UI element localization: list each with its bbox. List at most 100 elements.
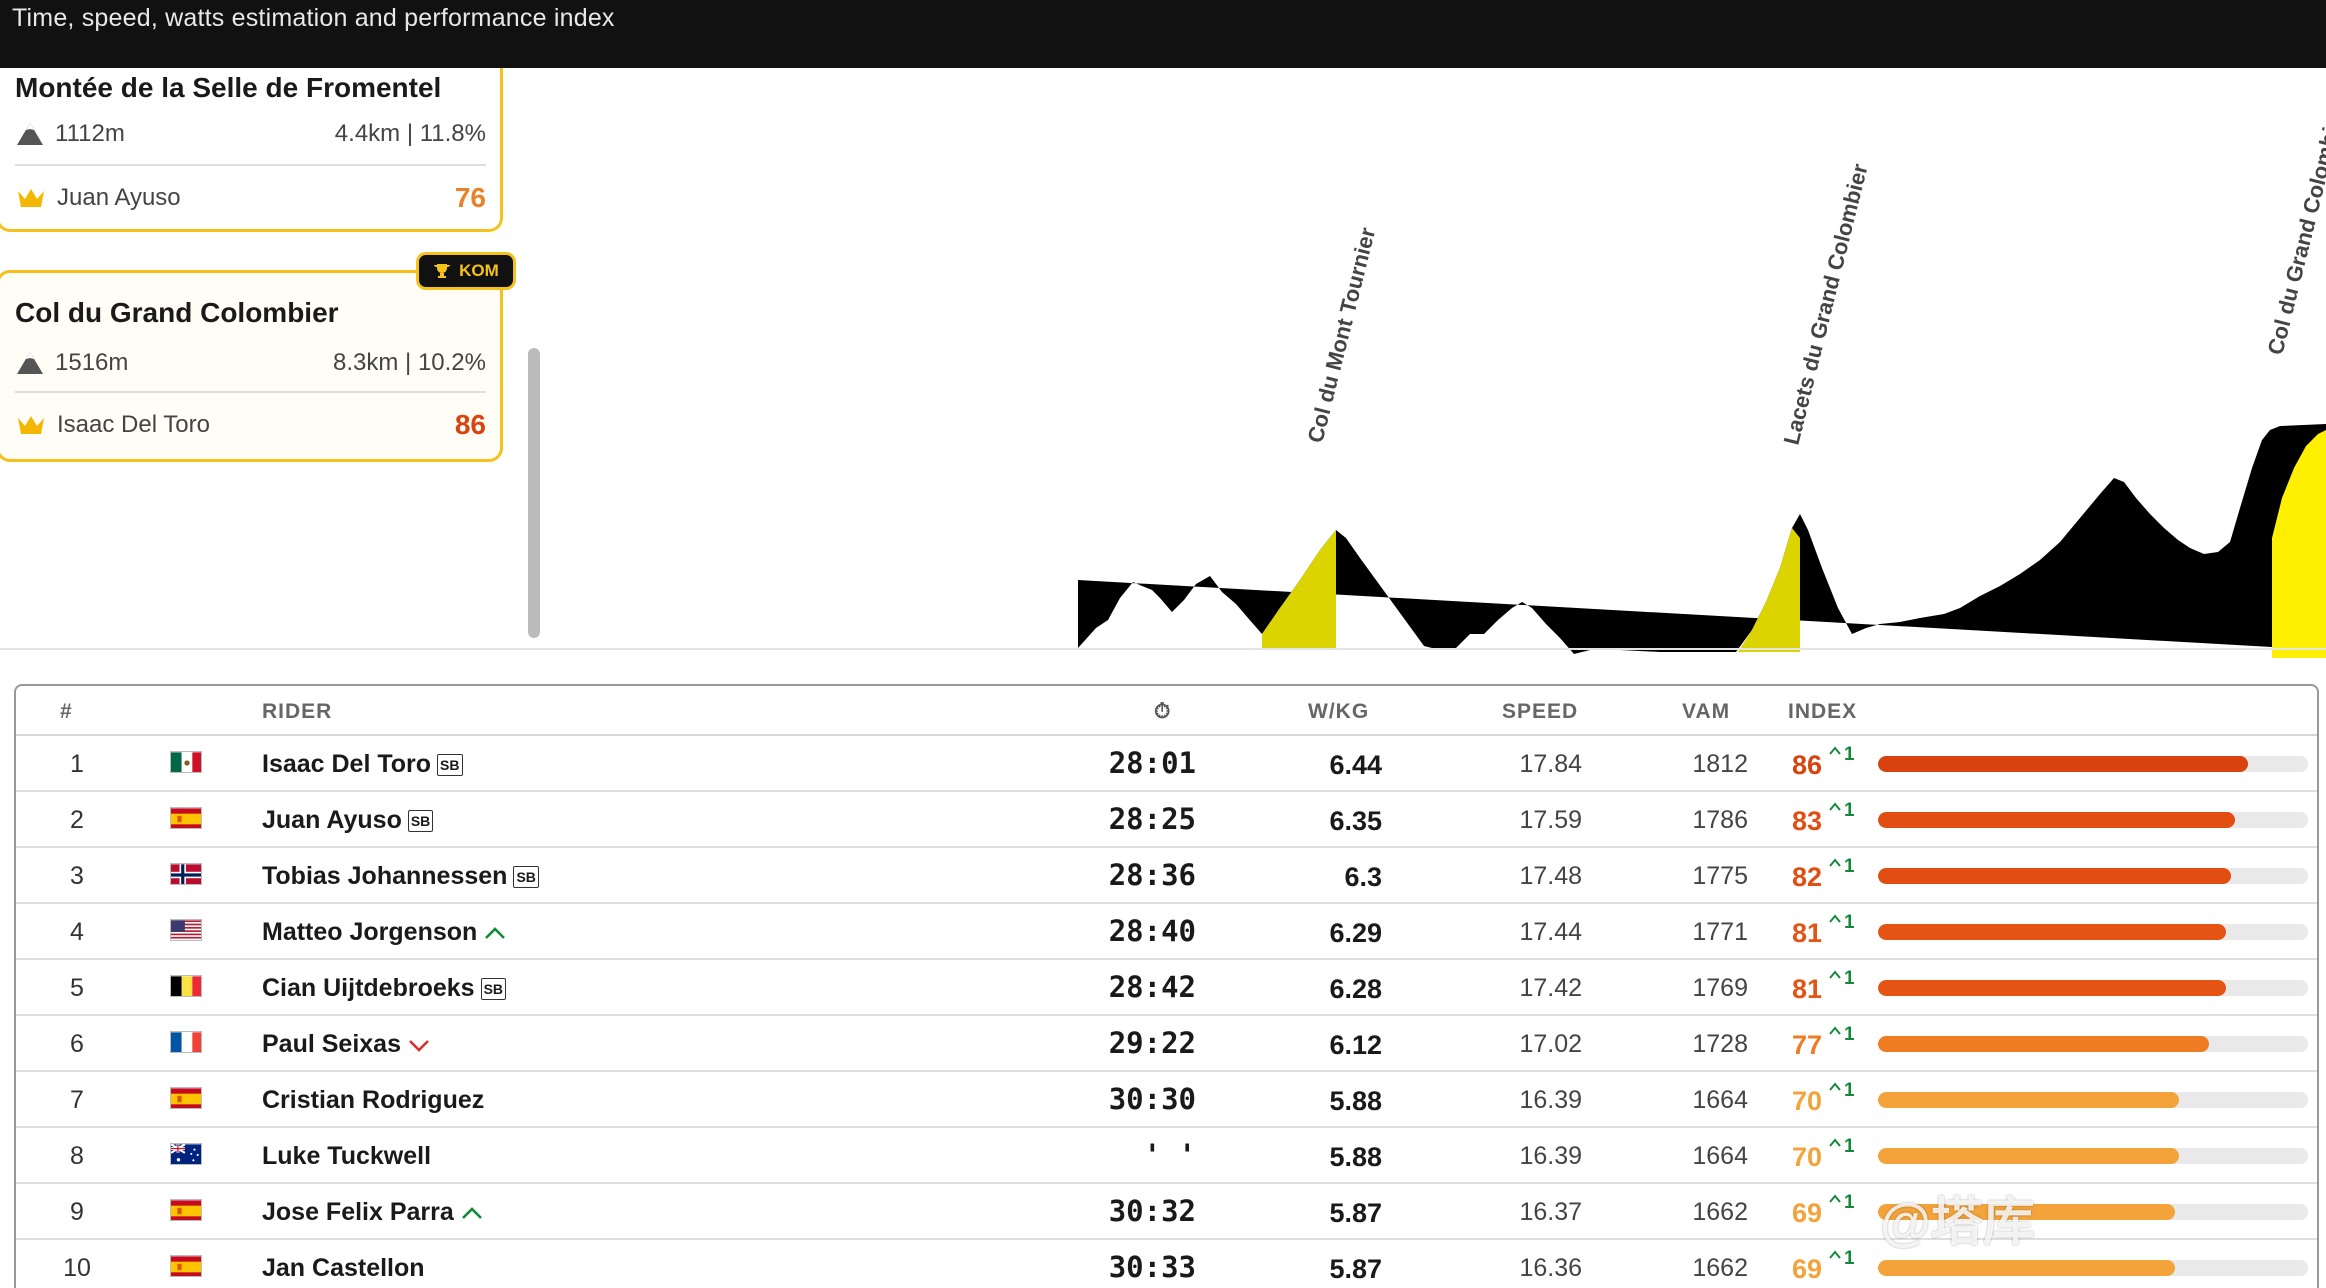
table-row[interactable]: 8 Luke Tuckwell ' ' 5.88 16.39 1664 70 1 — [16, 1128, 2317, 1184]
index-delta-value: 1 — [1844, 744, 1855, 765]
rider-position: 10 — [63, 1254, 91, 1282]
rider-vam: 1662 — [1692, 1254, 1748, 1282]
rider-position: 6 — [70, 1030, 84, 1058]
card-divider — [15, 391, 486, 393]
chevron-up-icon — [1829, 1026, 1841, 1035]
rider-name[interactable]: Paul Seixas — [262, 1030, 401, 1059]
rider-index: 69 — [1791, 1254, 1822, 1284]
top-bar: Time, speed, watts estimation and perfor… — [0, 0, 2326, 68]
rider-wkg: 6.44 — [1329, 750, 1382, 780]
results-table: # RIDER ⏱ W/KG SPEED VAM INDEX 1 Isaac De… — [14, 684, 2319, 1288]
rider-wkg: 6.12 — [1329, 1030, 1382, 1060]
chevron-up-icon — [1829, 914, 1841, 923]
stopwatch-icon[interactable]: ⏱ — [1154, 700, 1171, 724]
index-delta-value: 1 — [1844, 856, 1855, 877]
rider-position: 3 — [70, 862, 84, 890]
table-row[interactable]: 4 Matteo Jorgenson 28:40 6.29 17.44 1771 81 1 — [16, 904, 2317, 960]
index-bar-fill — [1878, 1036, 2210, 1052]
table-row[interactable]: 7 Cristian Rodriguez 30:30 5.88 16.39 1664 70 1 — [16, 1072, 2317, 1128]
table-row[interactable]: 2 Juan Ayuso SB 28:25 6.35 17.59 1786 83 1 — [16, 792, 2317, 848]
table-row[interactable]: 6 Paul Seixas 29:22 6.12 17.02 1728 77 1 — [16, 1016, 2317, 1072]
index-bar — [1878, 1148, 2308, 1164]
rider-name[interactable]: Isaac Del Toro — [262, 750, 431, 779]
rider-name[interactable]: Cristian Rodriguez — [262, 1086, 484, 1115]
header-vam[interactable]: VAM — [1682, 700, 1730, 724]
sb-badge: SB — [480, 977, 507, 1000]
climb-leader-name: Isaac Del Toro — [57, 411, 210, 438]
index-bar-fill — [1878, 924, 2227, 940]
rider-name[interactable]: Jose Felix Parra — [262, 1198, 454, 1227]
rider-name-cell[interactable]: Cian Uijtdebroeks SB — [262, 974, 507, 1003]
chevron-up-icon — [1829, 858, 1841, 867]
profile-baseline — [0, 648, 2326, 650]
rider-vam: 1728 — [1692, 1030, 1748, 1058]
climb-list[interactable]: Montée de la Selle de Fromentel 1112m 4.… — [0, 68, 545, 648]
rider-name-cell[interactable]: Jan Castellon — [262, 1254, 425, 1283]
header-rider[interactable]: RIDER — [262, 700, 332, 724]
index-bar-fill — [1878, 756, 2248, 772]
index-delta: 1 — [1828, 1192, 1855, 1214]
rider-name[interactable]: Matteo Jorgenson — [262, 918, 477, 947]
rider-name[interactable]: Tobias Johannessen — [262, 862, 507, 891]
flag-spain-icon — [170, 1255, 202, 1277]
rider-name-cell[interactable]: Tobias Johannessen SB — [262, 862, 539, 891]
climb-card-selle-de-fromentel[interactable]: Montée de la Selle de Fromentel 1112m 4.… — [0, 68, 503, 232]
index-delta-value: 1 — [1844, 1080, 1855, 1101]
header-pos[interactable]: # — [60, 700, 73, 724]
rider-name-cell[interactable]: Cristian Rodriguez — [262, 1086, 484, 1115]
climb-leader-row: Juan Ayuso 76 — [15, 182, 486, 214]
rider-index: 77 — [1791, 1030, 1822, 1060]
flag-france-icon — [170, 1031, 202, 1053]
rider-name-cell[interactable]: Juan Ayuso SB — [262, 806, 434, 835]
rider-speed: 16.39 — [1519, 1142, 1582, 1170]
rider-name-cell[interactable]: Isaac Del Toro SB — [262, 750, 463, 779]
climb-leader-score: 86 — [454, 409, 486, 440]
index-delta-value: 1 — [1844, 1136, 1855, 1157]
climb-card-grand-colombier[interactable]: Col du Grand Colombier 1516m 8.3km | 10.… — [0, 270, 503, 462]
table-row[interactable]: 9 Jose Felix Parra 30:32 5.87 16.37 1662 69 1 — [16, 1184, 2317, 1240]
rider-speed: 17.42 — [1519, 974, 1582, 1002]
rider-position: 2 — [70, 806, 84, 834]
rider-wkg: 6.29 — [1329, 918, 1382, 948]
table-row[interactable]: 3 Tobias Johannessen SB 28:36 6.3 17.48 1775 82… — [16, 848, 2317, 904]
header-speed[interactable]: SPEED — [1502, 700, 1578, 724]
index-delta-value: 1 — [1844, 1192, 1855, 1213]
rider-wkg: 5.88 — [1329, 1142, 1382, 1172]
index-bar — [1878, 1036, 2308, 1052]
table-row[interactable]: 10 Jan Castellon 30:33 5.87 16.36 1662 69 1 — [16, 1240, 2317, 1288]
chevron-up-icon — [1829, 746, 1841, 755]
rider-name[interactable]: Luke Tuckwell — [262, 1142, 431, 1171]
header-index[interactable]: INDEX — [1788, 700, 1857, 724]
rider-time: 30:32 — [1108, 1194, 1196, 1228]
index-bar-fill — [1878, 812, 2235, 828]
rider-position: 8 — [70, 1142, 84, 1170]
flag-spain-icon — [170, 1199, 202, 1221]
climb-list-scrollbar[interactable] — [528, 348, 540, 638]
index-bar — [1878, 1204, 2308, 1220]
index-bar-fill — [1878, 1148, 2179, 1164]
rider-name[interactable]: Cian Uijtdebroeks — [262, 974, 475, 1003]
rider-time: 28:40 — [1108, 914, 1196, 948]
mountain-icon — [17, 123, 43, 145]
rider-speed: 17.59 — [1519, 806, 1582, 834]
index-bar — [1878, 812, 2308, 828]
rider-position: 7 — [70, 1086, 84, 1114]
flag-australia-icon — [170, 1143, 202, 1165]
rider-index: 83 — [1791, 806, 1822, 836]
flag-mexico-icon — [170, 751, 202, 773]
rider-index: 81 — [1791, 974, 1822, 1004]
table-row[interactable]: 5 Cian Uijtdebroeks SB 28:42 6.28 17.42 1769 81… — [16, 960, 2317, 1016]
rider-name-cell[interactable]: Paul Seixas — [262, 1030, 431, 1059]
rider-name[interactable]: Juan Ayuso — [262, 806, 402, 835]
rider-speed: 17.84 — [1519, 750, 1582, 778]
rider-name-cell[interactable]: Jose Felix Parra — [262, 1198, 484, 1227]
rider-index: 69 — [1791, 1198, 1822, 1228]
rider-name-cell[interactable]: Luke Tuckwell — [262, 1142, 431, 1171]
rider-time: 28:36 — [1108, 858, 1196, 892]
index-delta-value: 1 — [1844, 1024, 1855, 1045]
rider-speed: 16.36 — [1519, 1254, 1582, 1282]
rider-name-cell[interactable]: Matteo Jorgenson — [262, 918, 507, 947]
rider-name[interactable]: Jan Castellon — [262, 1254, 425, 1283]
header-wkg[interactable]: W/KG — [1308, 700, 1369, 724]
table-row[interactable]: 1 Isaac Del Toro SB 28:01 6.44 17.84 1812 86 1 — [16, 736, 2317, 792]
